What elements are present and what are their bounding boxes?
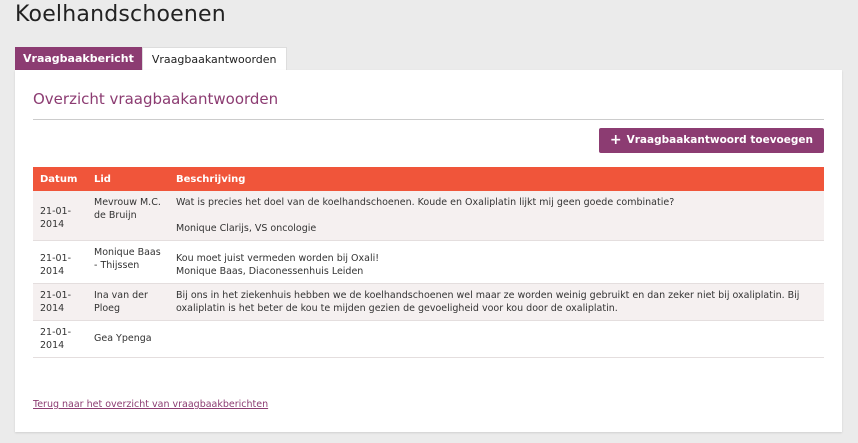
row-description	[169, 320, 824, 358]
description-signature: Monique Baas, Diaconessenhuis Leiden	[176, 266, 364, 277]
row-date: 21-01-2014	[33, 191, 87, 241]
row-date: 21-01-2014	[33, 283, 87, 321]
content-card: Overzicht vraagbaakantwoorden + Vraagbaa…	[15, 70, 842, 432]
section-title: Overzicht vraagbaakantwoorden	[33, 90, 279, 108]
table-row: 21-01-2014 Mevrouw M.C. de Bruijn Wat is…	[33, 191, 824, 241]
tab-vraagbaakantwoorden[interactable]: Vraagbaakantwoorden	[141, 47, 287, 70]
description-line: Wat is precies het doel van de koelhands…	[176, 197, 675, 208]
row-description: Wat is precies het doel van de koelhands…	[169, 191, 824, 241]
row-member: Ina van der Ploeg	[87, 283, 169, 321]
row-description: Bij ons in het ziekenhuis hebben we de k…	[169, 283, 824, 321]
plus-icon: +	[609, 132, 622, 148]
row-date: 21-01-2014	[33, 240, 87, 284]
page-title: Koelhandschoenen	[15, 2, 226, 27]
row-member: Mevrouw M.C. de Bruijn	[87, 191, 169, 241]
row-date: 21-01-2014	[33, 320, 87, 358]
description-line: Kou moet juist vermeden worden bij Oxali…	[176, 253, 380, 264]
row-member: Gea Ypenga	[87, 320, 169, 358]
column-header-member: Lid	[87, 167, 169, 191]
table-header-row: Datum Lid Beschrijving	[33, 167, 824, 191]
add-answer-label: Vraagbaakantwoord toevoegen	[626, 134, 813, 146]
tab-vraagbaakbericht[interactable]: Vraagbaakbericht	[15, 47, 142, 70]
table-row: 21-01-2014 Ina van der Ploeg Bij ons in …	[33, 283, 824, 321]
description-line: Bij ons in het ziekenhuis hebben we de k…	[176, 290, 800, 314]
column-header-date: Datum	[33, 167, 87, 191]
column-header-description: Beschrijving	[169, 167, 824, 191]
description-signature: Monique Clarijs, VS oncologie	[176, 223, 317, 234]
back-to-overview-link[interactable]: Terug naar het overzicht van vraagbaakbe…	[33, 399, 268, 410]
divider	[33, 119, 824, 120]
row-description: Kou moet juist vermeden worden bij Oxali…	[169, 240, 824, 284]
add-answer-button[interactable]: + Vraagbaakantwoord toevoegen	[598, 128, 824, 153]
tab-bar: Vraagbaakbericht Vraagbaakantwoorden	[15, 47, 287, 70]
answers-table: Datum Lid Beschrijving 21-01-2014 Mevrou…	[33, 167, 824, 358]
table-row: 21-01-2014 Gea Ypenga	[33, 320, 824, 358]
row-member: Monique Baas - Thijssen	[87, 240, 169, 284]
table-row: 21-01-2014 Monique Baas - Thijssen Kou m…	[33, 240, 824, 284]
